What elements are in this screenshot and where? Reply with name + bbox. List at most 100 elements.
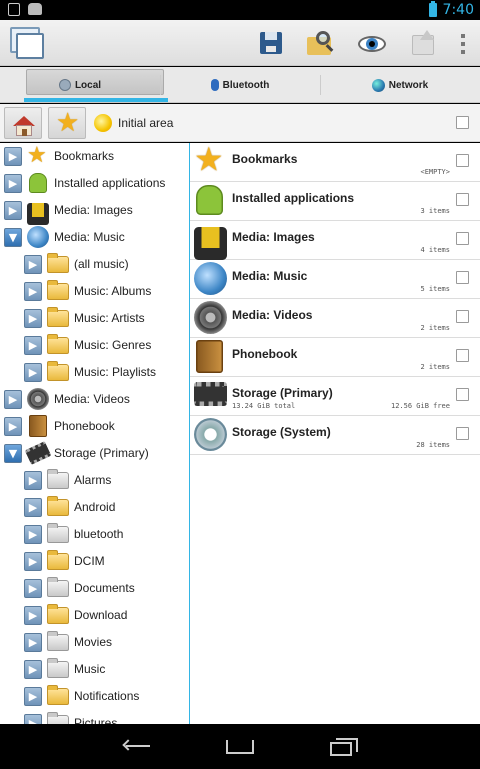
tree-item[interactable]: ▶ Movies bbox=[0, 629, 189, 656]
tree-item[interactable]: ▶ Notifications bbox=[0, 683, 189, 710]
expand-icon[interactable]: ▶ bbox=[24, 660, 42, 679]
expand-icon[interactable]: ▶ bbox=[24, 714, 42, 724]
expand-icon[interactable]: ▶ bbox=[24, 255, 42, 274]
list-item-icon bbox=[194, 184, 228, 218]
list-item-icon bbox=[194, 418, 228, 452]
tree-item[interactable]: ▶ DCIM bbox=[0, 548, 189, 575]
expand-icon[interactable]: ▶ bbox=[24, 363, 42, 382]
expand-icon[interactable]: ▶ bbox=[4, 174, 22, 193]
list-item-meta: 3 items bbox=[420, 207, 450, 215]
list-item-checkbox[interactable] bbox=[456, 154, 469, 167]
list-item[interactable]: Media: Music 5 items bbox=[190, 260, 480, 299]
expand-icon[interactable]: ▶ bbox=[4, 417, 22, 436]
tree-item[interactable]: ▶ Media: Images bbox=[0, 197, 189, 225]
expand-icon[interactable]: ▶ bbox=[24, 552, 42, 571]
search-folder-icon[interactable] bbox=[306, 29, 334, 57]
location-toolbar: ★ Initial area bbox=[0, 104, 480, 142]
list-item[interactable]: Phonebook 2 items bbox=[190, 338, 480, 377]
list-item[interactable]: Media: Videos 2 items bbox=[190, 299, 480, 338]
tree-item[interactable]: ▶ Installed applications bbox=[0, 170, 189, 197]
expand-icon[interactable]: ▶ bbox=[4, 147, 22, 166]
tree-item[interactable]: ▶ Music: Playlists bbox=[0, 359, 189, 386]
save-icon[interactable] bbox=[257, 29, 285, 57]
book-icon bbox=[29, 415, 47, 437]
tree-item-icon bbox=[47, 496, 69, 518]
expand-icon[interactable]: ▶ bbox=[24, 282, 42, 301]
expand-icon[interactable]: ▶ bbox=[24, 633, 42, 652]
tree-item-icon bbox=[27, 199, 49, 225]
tab-bluetooth[interactable]: Bluetooth bbox=[160, 67, 320, 103]
expand-icon[interactable]: ▶ bbox=[4, 201, 22, 220]
upload-icon[interactable] bbox=[410, 29, 438, 57]
expand-icon[interactable]: ▶ bbox=[24, 687, 42, 706]
list-item-meta: 4 items bbox=[420, 246, 450, 254]
list-item-checkbox[interactable] bbox=[456, 427, 469, 440]
list-item[interactable]: ★ Bookmarks <EMPTY> bbox=[190, 143, 480, 182]
tree-item-icon bbox=[47, 469, 69, 491]
list-item-checkbox[interactable] bbox=[456, 310, 469, 323]
tree-item[interactable]: ▶ Music: Artists bbox=[0, 305, 189, 332]
tree-item-label: Notifications bbox=[74, 689, 140, 703]
tree-item[interactable]: ▶ Music bbox=[0, 656, 189, 683]
back-icon[interactable] bbox=[122, 736, 154, 758]
tree-item[interactable]: ▶ Documents bbox=[0, 575, 189, 602]
item-list[interactable]: ★ Bookmarks <EMPTY> Installed applications 3… bbox=[190, 143, 480, 724]
folder-gray-icon bbox=[47, 631, 69, 651]
list-item[interactable]: Storage (Primary) 13.24 GiB total 12.56 Gi… bbox=[190, 377, 480, 416]
expand-icon[interactable]: ▶ bbox=[24, 606, 42, 625]
tree-item-label: Android bbox=[74, 500, 116, 514]
tree-item[interactable]: ▶ bluetooth bbox=[0, 521, 189, 548]
status-bar: 7:40 bbox=[0, 0, 480, 20]
folder-tree[interactable]: ▶ ★ Bookmarks ▶ Installed applications ▶ Media… bbox=[0, 143, 189, 724]
list-item-checkbox[interactable] bbox=[456, 232, 469, 245]
tree-item[interactable]: ▶ Download bbox=[0, 602, 189, 629]
list-item-checkbox[interactable] bbox=[456, 388, 469, 401]
expand-icon[interactable]: ▶ bbox=[4, 390, 22, 409]
tree-item[interactable]: ▼ Storage (Primary) bbox=[0, 440, 189, 467]
eye-icon[interactable] bbox=[358, 29, 386, 57]
tree-item[interactable]: ▶ Pictures bbox=[0, 710, 189, 724]
expand-icon[interactable]: ▶ bbox=[24, 498, 42, 517]
list-item-checkbox[interactable] bbox=[456, 271, 469, 284]
tree-item-icon bbox=[47, 307, 69, 329]
globe-icon bbox=[371, 78, 385, 92]
tree-item[interactable]: ▼ Media: Music bbox=[0, 224, 189, 251]
list-item-name: Media: Images bbox=[232, 230, 315, 244]
recent-apps-icon[interactable] bbox=[328, 736, 360, 758]
tree-item[interactable]: ▶ Alarms bbox=[0, 467, 189, 494]
list-item[interactable]: Installed applications 3 items bbox=[190, 182, 480, 221]
tree-item[interactable]: ▶ ★ Bookmarks bbox=[0, 143, 189, 170]
expand-icon[interactable]: ▶ bbox=[24, 525, 42, 544]
tree-item[interactable]: ▶ Phonebook bbox=[0, 413, 189, 440]
tree-item-icon bbox=[47, 361, 69, 383]
collapse-icon[interactable]: ▼ bbox=[4, 444, 22, 463]
tab-local[interactable]: Local bbox=[0, 67, 168, 103]
bookmarks-button[interactable]: ★ bbox=[48, 107, 86, 139]
expand-icon[interactable]: ▶ bbox=[24, 309, 42, 328]
tree-item[interactable]: ▶ Android bbox=[0, 494, 189, 521]
list-item-checkbox[interactable] bbox=[456, 349, 469, 362]
home-nav-icon[interactable] bbox=[224, 736, 256, 758]
tree-item-icon bbox=[27, 226, 49, 248]
expand-icon[interactable]: ▶ bbox=[24, 471, 42, 490]
tree-item[interactable]: ▶ (all music) bbox=[0, 251, 189, 278]
expand-icon[interactable]: ▶ bbox=[24, 336, 42, 355]
expand-icon[interactable]: ▶ bbox=[24, 579, 42, 598]
windows-icon[interactable] bbox=[10, 27, 44, 59]
list-item-checkbox[interactable] bbox=[456, 193, 469, 206]
select-all-checkbox[interactable] bbox=[456, 116, 469, 129]
folder-icon bbox=[47, 361, 69, 381]
list-item[interactable]: Storage (System) 28 items bbox=[190, 416, 480, 455]
tree-item[interactable]: ▶ Music: Albums bbox=[0, 278, 189, 305]
tree-item[interactable]: ▶ Media: Videos bbox=[0, 386, 189, 413]
tree-item-label: Pictures bbox=[74, 716, 118, 724]
tree-item-label: DCIM bbox=[74, 554, 105, 568]
tab-network[interactable]: Network bbox=[320, 67, 480, 103]
collapse-icon[interactable]: ▼ bbox=[4, 228, 22, 247]
overflow-menu-icon[interactable] bbox=[460, 34, 466, 54]
home-button[interactable] bbox=[4, 107, 42, 139]
list-item[interactable]: Media: Images 4 items bbox=[190, 221, 480, 260]
tree-item-icon bbox=[47, 658, 69, 680]
star-icon: ★ bbox=[56, 108, 80, 138]
tree-item[interactable]: ▶ Music: Genres bbox=[0, 332, 189, 359]
